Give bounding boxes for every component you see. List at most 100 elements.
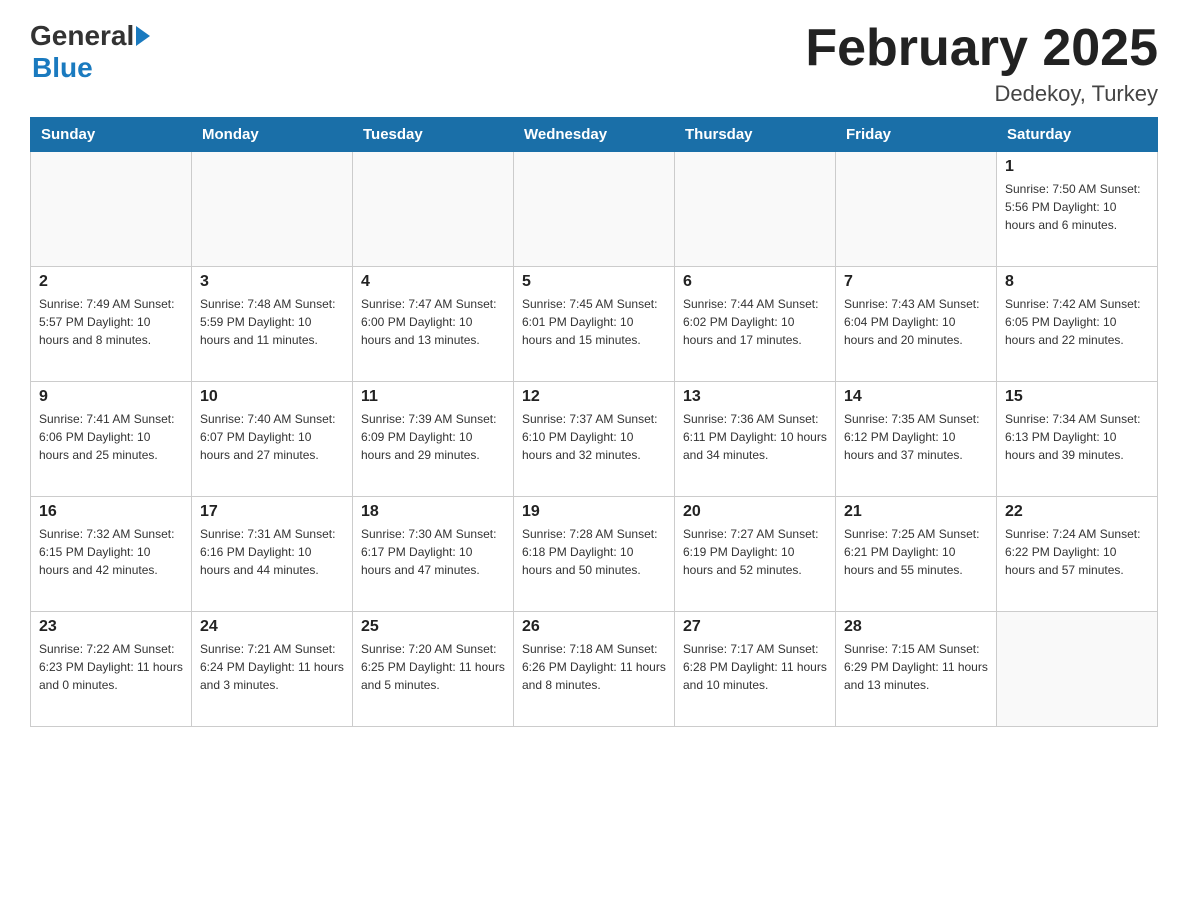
- calendar-cell: 2 Sunrise: 7:49 AM Sunset: 5:57 PM Daylig…: [31, 267, 192, 382]
- day-number: 22: [1005, 503, 1149, 521]
- day-number: 25: [361, 618, 505, 636]
- day-info: Sunrise: 7:40 AM Sunset: 6:07 PM Dayligh…: [200, 410, 344, 464]
- day-number: 4: [361, 273, 505, 291]
- day-info: Sunrise: 7:49 AM Sunset: 5:57 PM Dayligh…: [39, 295, 183, 349]
- calendar-header-row: SundayMondayTuesdayWednesdayThursdayFrid…: [31, 118, 1158, 152]
- day-info: Sunrise: 7:44 AM Sunset: 6:02 PM Dayligh…: [683, 295, 827, 349]
- logo-arrow-icon: [136, 26, 150, 46]
- day-info: Sunrise: 7:31 AM Sunset: 6:16 PM Dayligh…: [200, 525, 344, 579]
- calendar-cell: [675, 152, 836, 267]
- calendar-cell: 18 Sunrise: 7:30 AM Sunset: 6:17 PM Dayli…: [353, 497, 514, 612]
- calendar-week-row: 2 Sunrise: 7:49 AM Sunset: 5:57 PM Daylig…: [31, 267, 1158, 382]
- day-info: Sunrise: 7:47 AM Sunset: 6:00 PM Dayligh…: [361, 295, 505, 349]
- day-number: 18: [361, 503, 505, 521]
- logo-text: General: [30, 20, 150, 52]
- day-info: Sunrise: 7:24 AM Sunset: 6:22 PM Dayligh…: [1005, 525, 1149, 579]
- calendar-cell: 22 Sunrise: 7:24 AM Sunset: 6:22 PM Dayli…: [997, 497, 1158, 612]
- calendar-cell: 15 Sunrise: 7:34 AM Sunset: 6:13 PM Dayli…: [997, 382, 1158, 497]
- calendar-cell: 21 Sunrise: 7:25 AM Sunset: 6:21 PM Dayli…: [836, 497, 997, 612]
- calendar-cell: 14Sunrise: 7:35 AM Sunset: 6:12 PM Dayli…: [836, 382, 997, 497]
- calendar-cell: 5 Sunrise: 7:45 AM Sunset: 6:01 PM Daylig…: [514, 267, 675, 382]
- calendar-cell: 25 Sunrise: 7:20 AM Sunset: 6:25 PM Dayli…: [353, 612, 514, 727]
- calendar-cell: 9 Sunrise: 7:41 AM Sunset: 6:06 PM Daylig…: [31, 382, 192, 497]
- calendar-cell: [353, 152, 514, 267]
- calendar-week-row: 16 Sunrise: 7:32 AM Sunset: 6:15 PM Dayli…: [31, 497, 1158, 612]
- day-info: Sunrise: 7:42 AM Sunset: 6:05 PM Dayligh…: [1005, 295, 1149, 349]
- calendar-cell: 8 Sunrise: 7:42 AM Sunset: 6:05 PM Daylig…: [997, 267, 1158, 382]
- day-info: Sunrise: 7:32 AM Sunset: 6:15 PM Dayligh…: [39, 525, 183, 579]
- calendar-cell: 10 Sunrise: 7:40 AM Sunset: 6:07 PM Dayli…: [192, 382, 353, 497]
- day-info: Sunrise: 7:25 AM Sunset: 6:21 PM Dayligh…: [844, 525, 988, 579]
- day-number: 26: [522, 618, 666, 636]
- day-number: 17: [200, 503, 344, 521]
- day-number: 20: [683, 503, 827, 521]
- day-number: 27: [683, 618, 827, 636]
- calendar-cell: [514, 152, 675, 267]
- calendar-cell: 3 Sunrise: 7:48 AM Sunset: 5:59 PM Daylig…: [192, 267, 353, 382]
- day-info: Sunrise: 7:45 AM Sunset: 6:01 PM Dayligh…: [522, 295, 666, 349]
- day-number: 3: [200, 273, 344, 291]
- calendar-cell: 24Sunrise: 7:21 AM Sunset: 6:24 PM Dayli…: [192, 612, 353, 727]
- day-number: 14: [844, 388, 988, 406]
- calendar-subtitle: Dedekoy, Turkey: [805, 81, 1158, 107]
- calendar-cell: 28Sunrise: 7:15 AM Sunset: 6:29 PM Dayli…: [836, 612, 997, 727]
- day-number: 11: [361, 388, 505, 406]
- day-header-friday: Friday: [836, 118, 997, 152]
- day-info: Sunrise: 7:20 AM Sunset: 6:25 PM Dayligh…: [361, 640, 505, 694]
- day-info: Sunrise: 7:22 AM Sunset: 6:23 PM Dayligh…: [39, 640, 183, 694]
- day-number: 13: [683, 388, 827, 406]
- calendar-cell: [997, 612, 1158, 727]
- day-number: 16: [39, 503, 183, 521]
- day-header-sunday: Sunday: [31, 118, 192, 152]
- day-number: 8: [1005, 273, 1149, 291]
- day-info: Sunrise: 7:28 AM Sunset: 6:18 PM Dayligh…: [522, 525, 666, 579]
- calendar-week-row: 1Sunrise: 7:50 AM Sunset: 5:56 PM Daylig…: [31, 152, 1158, 267]
- calendar-cell: 4 Sunrise: 7:47 AM Sunset: 6:00 PM Daylig…: [353, 267, 514, 382]
- day-header-wednesday: Wednesday: [514, 118, 675, 152]
- calendar-cell: 23 Sunrise: 7:22 AM Sunset: 6:23 PM Dayli…: [31, 612, 192, 727]
- calendar-cell: 7 Sunrise: 7:43 AM Sunset: 6:04 PM Daylig…: [836, 267, 997, 382]
- day-header-thursday: Thursday: [675, 118, 836, 152]
- day-info: Sunrise: 7:17 AM Sunset: 6:28 PM Dayligh…: [683, 640, 827, 694]
- day-info: Sunrise: 7:30 AM Sunset: 6:17 PM Dayligh…: [361, 525, 505, 579]
- calendar-cell: 26 Sunrise: 7:18 AM Sunset: 6:26 PM Dayli…: [514, 612, 675, 727]
- day-number: 21: [844, 503, 988, 521]
- day-info: Sunrise: 7:34 AM Sunset: 6:13 PM Dayligh…: [1005, 410, 1149, 464]
- day-number: 12: [522, 388, 666, 406]
- calendar-cell: 1Sunrise: 7:50 AM Sunset: 5:56 PM Daylig…: [997, 152, 1158, 267]
- day-number: 9: [39, 388, 183, 406]
- day-info: Sunrise: 7:37 AM Sunset: 6:10 PM Dayligh…: [522, 410, 666, 464]
- day-number: 6: [683, 273, 827, 291]
- day-info: Sunrise: 7:21 AM Sunset: 6:24 PM Dayligh…: [200, 640, 344, 694]
- calendar-cell: [31, 152, 192, 267]
- day-info: Sunrise: 7:27 AM Sunset: 6:19 PM Dayligh…: [683, 525, 827, 579]
- day-number: 19: [522, 503, 666, 521]
- calendar-cell: 6 Sunrise: 7:44 AM Sunset: 6:02 PM Daylig…: [675, 267, 836, 382]
- logo-blue: Blue: [32, 52, 93, 84]
- day-info: Sunrise: 7:48 AM Sunset: 5:59 PM Dayligh…: [200, 295, 344, 349]
- day-number: 15: [1005, 388, 1149, 406]
- logo-general: General: [30, 20, 134, 52]
- day-info: Sunrise: 7:39 AM Sunset: 6:09 PM Dayligh…: [361, 410, 505, 464]
- day-number: 1: [1005, 158, 1149, 176]
- day-number: 5: [522, 273, 666, 291]
- day-header-monday: Monday: [192, 118, 353, 152]
- calendar-title: February 2025: [805, 20, 1158, 77]
- page-header: General Blue February 2025 Dedekoy, Turk…: [30, 20, 1158, 107]
- calendar-cell: 11 Sunrise: 7:39 AM Sunset: 6:09 PM Dayli…: [353, 382, 514, 497]
- day-number: 2: [39, 273, 183, 291]
- day-number: 7: [844, 273, 988, 291]
- day-number: 23: [39, 618, 183, 636]
- calendar-cell: [836, 152, 997, 267]
- calendar-cell: 20 Sunrise: 7:27 AM Sunset: 6:19 PM Dayli…: [675, 497, 836, 612]
- calendar-cell: 19 Sunrise: 7:28 AM Sunset: 6:18 PM Dayli…: [514, 497, 675, 612]
- calendar-week-row: 9 Sunrise: 7:41 AM Sunset: 6:06 PM Daylig…: [31, 382, 1158, 497]
- day-info: Sunrise: 7:41 AM Sunset: 6:06 PM Dayligh…: [39, 410, 183, 464]
- day-number: 10: [200, 388, 344, 406]
- day-header-tuesday: Tuesday: [353, 118, 514, 152]
- calendar-cell: 17 Sunrise: 7:31 AM Sunset: 6:16 PM Dayli…: [192, 497, 353, 612]
- day-info: Sunrise: 7:43 AM Sunset: 6:04 PM Dayligh…: [844, 295, 988, 349]
- day-number: 28: [844, 618, 988, 636]
- day-info: Sunrise: 7:18 AM Sunset: 6:26 PM Dayligh…: [522, 640, 666, 694]
- calendar-table: SundayMondayTuesdayWednesdayThursdayFrid…: [30, 117, 1158, 727]
